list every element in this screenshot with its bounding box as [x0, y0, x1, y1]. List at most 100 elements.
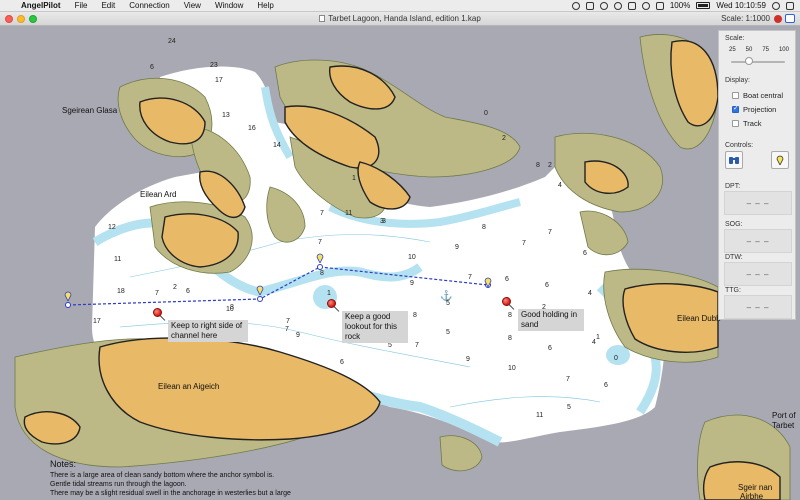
waypoint-marker-icon[interactable] — [316, 253, 324, 263]
spotlight-icon[interactable] — [772, 1, 780, 10]
notes-line: Gentle tidal streams run through the lag… — [50, 481, 187, 488]
scale-tick: 50 — [745, 47, 753, 53]
svg-text:1: 1 — [327, 290, 331, 297]
place-tarbet: Tarbet — [772, 421, 795, 430]
clock[interactable]: Wed 10:10:59 — [716, 1, 766, 10]
option-projection[interactable]: Projection — [732, 104, 777, 114]
menu-window[interactable]: Window — [208, 1, 250, 10]
svg-text:2: 2 — [502, 135, 506, 142]
svg-text:5: 5 — [446, 300, 450, 307]
svg-text:6: 6 — [505, 276, 509, 283]
scale-readout: Scale: 1:1000 — [721, 14, 770, 23]
svg-text:8: 8 — [508, 312, 512, 319]
notes-line: There may be a slight residual swell in … — [50, 490, 291, 497]
route-node[interactable] — [257, 296, 263, 302]
battery-icon[interactable] — [696, 2, 711, 9]
menu-connection[interactable]: Connection — [122, 1, 176, 10]
svg-text:7: 7 — [155, 290, 159, 297]
svg-text:7: 7 — [415, 342, 419, 349]
waypoint-marker-icon[interactable] — [484, 277, 492, 287]
checkbox[interactable] — [732, 120, 739, 127]
svg-text:11: 11 — [536, 412, 543, 419]
svg-text:8: 8 — [482, 224, 486, 231]
svg-text:7: 7 — [468, 274, 472, 281]
place-sgeir-nan: Sgeir nan — [738, 483, 772, 492]
svg-text:11: 11 — [345, 210, 352, 217]
chart-canvas[interactable]: ⚓ 24 23 17 6 13 16 14 3 1 7 2 0 8 4 11 3… — [0, 27, 800, 500]
callout-channel[interactable]: Keep to right side of channel here — [168, 320, 248, 342]
option-label: Boat central — [743, 91, 784, 100]
ttg-readout: – – – — [724, 295, 792, 319]
svg-text:8: 8 — [320, 270, 324, 277]
pin-marker-icon[interactable] — [327, 299, 336, 308]
option-label: Projection — [743, 105, 777, 114]
binoculars-button[interactable] — [725, 151, 743, 169]
status-area: 100% Wed 10:10:59 — [571, 1, 800, 10]
svg-text:11: 11 — [114, 256, 121, 263]
svg-text:9: 9 — [410, 280, 414, 287]
svg-text:7: 7 — [548, 229, 552, 236]
route-node[interactable] — [65, 302, 71, 308]
minimize-window-button[interactable] — [17, 14, 25, 23]
scale-slider-handle[interactable] — [745, 57, 753, 65]
binoculars-icon — [729, 157, 739, 164]
callout-lookout[interactable]: Keep a good lookout for this rock — [342, 311, 408, 343]
checkbox[interactable] — [732, 92, 739, 99]
window-controls — [0, 14, 37, 23]
scale-tick: 25 — [729, 47, 736, 53]
svg-text:4: 4 — [588, 290, 592, 297]
svg-text:18: 18 — [117, 288, 125, 295]
svg-text:6: 6 — [583, 250, 587, 257]
dropbox-icon[interactable] — [585, 1, 594, 10]
wifi-icon[interactable] — [641, 1, 650, 10]
svg-text:6: 6 — [548, 345, 552, 352]
volume-icon[interactable] — [655, 1, 664, 10]
waypoint-marker-icon[interactable] — [256, 285, 264, 295]
svg-text:1: 1 — [352, 175, 356, 182]
timemachine-icon[interactable] — [613, 1, 622, 10]
waypoint-button[interactable] — [771, 151, 789, 169]
pin-marker-icon[interactable] — [153, 308, 162, 317]
svg-text:1: 1 — [596, 334, 600, 341]
svg-text:10: 10 — [226, 306, 234, 313]
controls-label: Controls: — [725, 142, 754, 149]
checkbox[interactable] — [732, 104, 739, 113]
svg-text:3: 3 — [380, 218, 384, 225]
menu-edit[interactable]: Edit — [94, 1, 122, 10]
scale-slider-track[interactable] — [731, 61, 785, 63]
stop-icon[interactable] — [774, 15, 782, 23]
zoom-window-button[interactable] — [29, 14, 37, 23]
svg-text:5: 5 — [388, 342, 392, 349]
notification-center-icon[interactable] — [786, 1, 794, 10]
scale-tick: 100 — [778, 47, 789, 53]
close-window-button[interactable] — [5, 14, 13, 23]
menu-app-name[interactable]: AngelPilot — [18, 1, 68, 10]
pin-marker-icon[interactable] — [502, 297, 511, 306]
sync-icon[interactable] — [571, 1, 580, 10]
svg-text:8: 8 — [508, 335, 512, 342]
waypoint-marker-icon[interactable] — [64, 291, 72, 301]
window-titlebar: Tarbet Lagoon, Handa Island, edition 1.k… — [0, 12, 800, 26]
info-icon[interactable] — [599, 1, 608, 10]
svg-text:14: 14 — [273, 142, 281, 149]
svg-text:8: 8 — [413, 312, 417, 319]
svg-text:4: 4 — [558, 182, 562, 189]
svg-text:2: 2 — [173, 284, 177, 291]
menu-view[interactable]: View — [177, 1, 208, 10]
sidebar-toggle-icon[interactable] — [785, 14, 795, 23]
nautical-chart[interactable]: ⚓ 24 23 17 6 13 16 14 3 1 7 2 0 8 4 11 3… — [0, 27, 800, 500]
route-node[interactable] — [317, 264, 323, 270]
option-track[interactable]: Track — [732, 119, 761, 128]
bluetooth-icon[interactable] — [627, 1, 636, 10]
svg-text:0: 0 — [614, 355, 618, 362]
menu-help[interactable]: Help — [250, 1, 280, 10]
menu-file[interactable]: File — [68, 1, 95, 10]
option-boat-central[interactable]: Boat central — [732, 91, 783, 100]
svg-text:12: 12 — [108, 224, 116, 231]
dtw-label: DTW: — [725, 254, 743, 261]
place-eilean-dubh: Eilean Dubh — [677, 314, 721, 323]
svg-text:5: 5 — [567, 404, 571, 411]
svg-text:6: 6 — [150, 64, 154, 71]
display-label: Display: — [725, 77, 750, 84]
callout-holding[interactable]: Good holding in sand — [518, 309, 584, 331]
